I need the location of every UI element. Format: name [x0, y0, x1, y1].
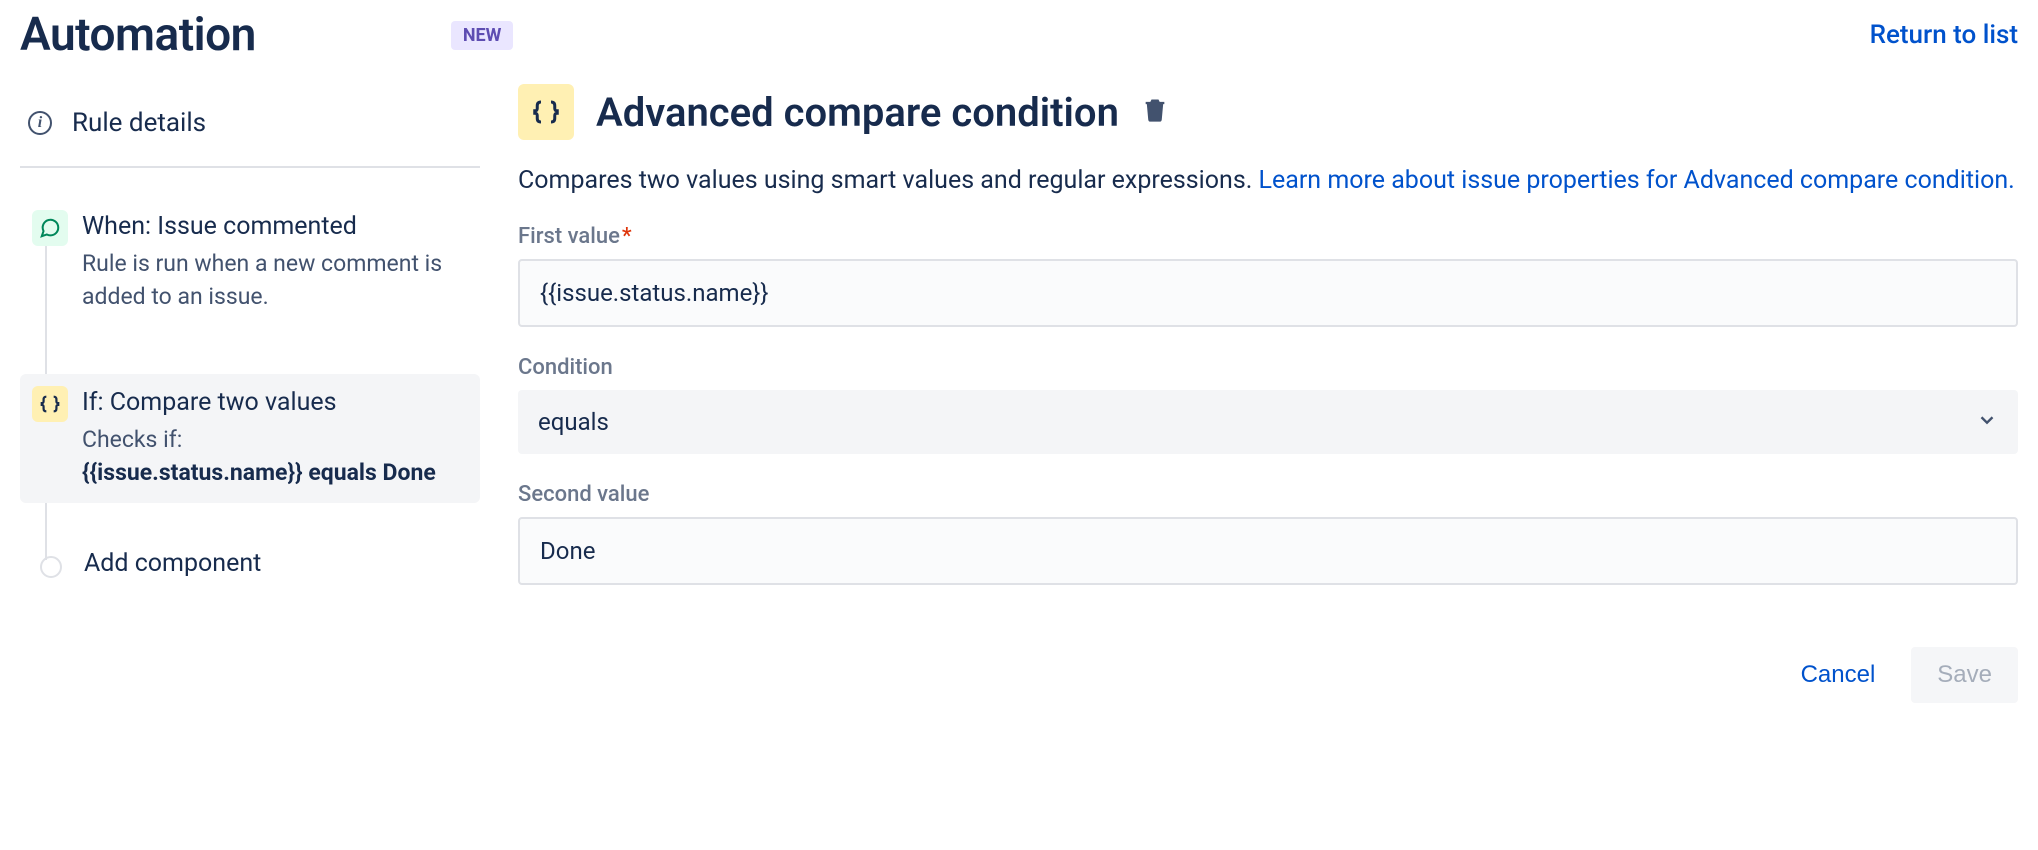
- save-button[interactable]: Save: [1911, 647, 2018, 703]
- required-asterisk: *: [622, 224, 632, 249]
- step-desc: Rule is run when a new comment is added …: [82, 247, 470, 314]
- condition-label: Condition: [518, 355, 2018, 380]
- second-value-label: Second value: [518, 482, 2018, 507]
- rule-step-trigger[interactable]: When: Issue commented Rule is run when a…: [26, 198, 480, 328]
- new-badge: NEW: [451, 21, 514, 50]
- panel-desc-text: Compares two values using smart values a…: [518, 166, 1259, 195]
- step-desc-prefix: Checks if:: [82, 426, 182, 453]
- panel-description: Compares two values using smart values a…: [518, 162, 2018, 200]
- step-desc: Checks if: {{issue.status.name}} equals …: [82, 423, 436, 490]
- trash-icon[interactable]: [1141, 96, 1169, 128]
- panel-title: Advanced compare condition: [596, 89, 1119, 136]
- empty-circle-icon: [40, 556, 62, 578]
- comment-icon: [32, 210, 68, 246]
- rule-details-row[interactable]: i Rule details: [20, 84, 480, 168]
- info-icon: i: [28, 111, 52, 135]
- step-desc-expression: {{issue.status.name}} equals Done: [82, 459, 436, 486]
- first-value-input[interactable]: [518, 259, 2018, 327]
- second-value-input[interactable]: [518, 517, 2018, 585]
- braces-icon: [32, 386, 68, 422]
- rule-details-label: Rule details: [72, 108, 206, 138]
- learn-more-link[interactable]: Learn more about issue properties for Ad…: [1259, 166, 2015, 195]
- main-panel: Advanced compare condition Compares two …: [490, 84, 2018, 703]
- top-bar: Automation NEW Return to list: [20, 8, 2018, 84]
- braces-icon: [518, 84, 574, 140]
- step-title: When: Issue commented: [82, 212, 470, 241]
- add-component-label: Add component: [84, 549, 261, 578]
- return-to-list-link[interactable]: Return to list: [1870, 20, 2018, 50]
- page-title: Automation: [20, 8, 256, 62]
- condition-select[interactable]: [518, 390, 2018, 454]
- step-title: If: Compare two values: [82, 388, 436, 417]
- cancel-button[interactable]: Cancel: [1775, 647, 1902, 703]
- first-value-label-text: First value: [518, 224, 620, 249]
- rule-step-condition[interactable]: If: Compare two values Checks if: {{issu…: [20, 374, 480, 504]
- rule-sidebar: i Rule details When: Issue commented Rul…: [20, 84, 490, 703]
- first-value-label: First value*: [518, 224, 2018, 249]
- add-component-button[interactable]: Add component: [26, 549, 480, 578]
